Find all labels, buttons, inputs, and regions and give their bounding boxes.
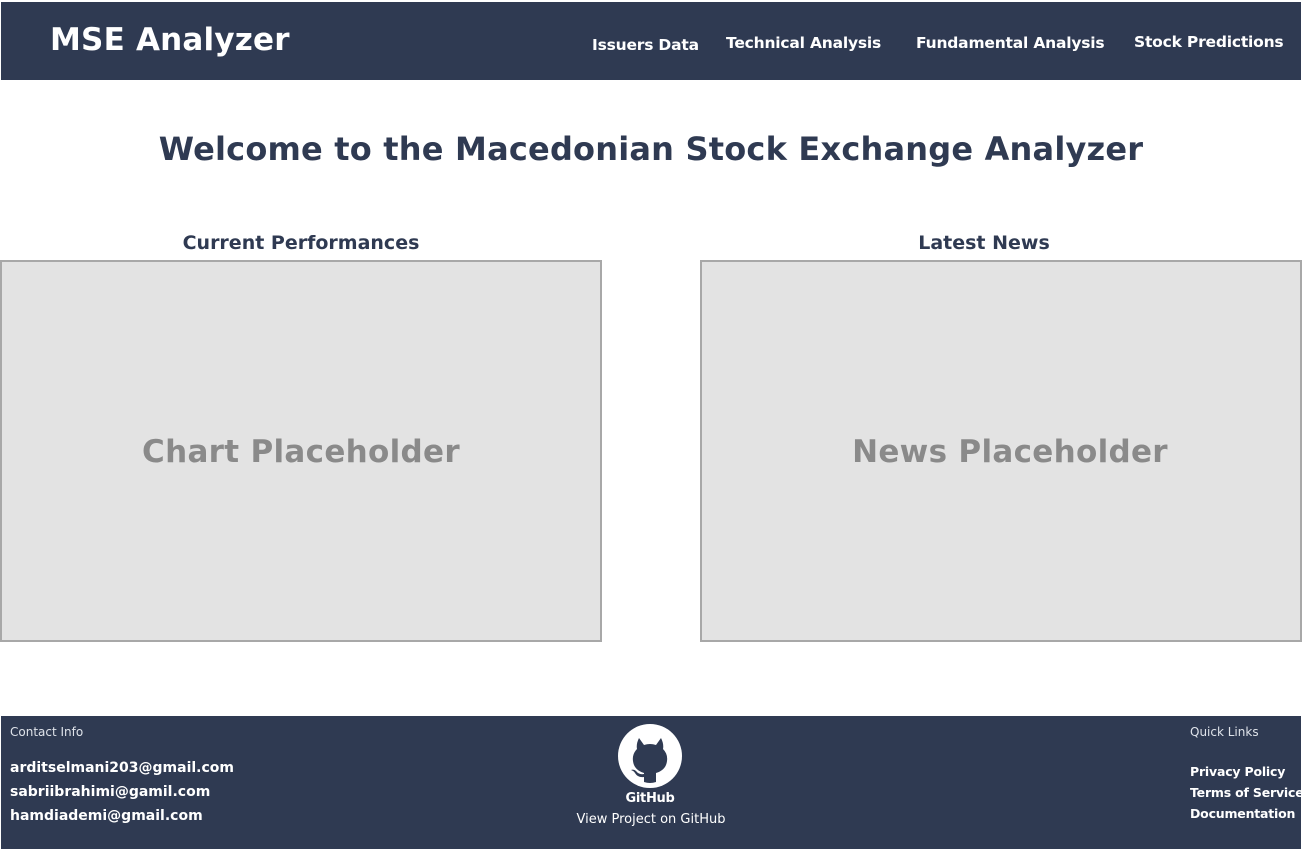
footer-link-privacy-policy[interactable]: Privacy Policy (1190, 764, 1285, 779)
brand-logo-text[interactable]: MSE Analyzer (50, 22, 290, 58)
github-logo-text: GitHub (625, 791, 675, 806)
current-performances-heading: Current Performances (182, 232, 420, 254)
view-project-github-link[interactable]: View Project on GitHub (561, 812, 741, 827)
news-placeholder-panel: News Placeholder (700, 260, 1302, 642)
nav-link-fundamental-analysis[interactable]: Fundamental Analysis (916, 34, 1105, 52)
nav-link-stock-predictions[interactable]: Stock Predictions (1134, 33, 1284, 51)
latest-news-heading: Latest News (918, 232, 1050, 254)
footer-link-terms-of-service[interactable]: Terms of Service (1190, 785, 1302, 800)
chart-placeholder-panel: Chart Placeholder (0, 260, 602, 642)
footer-link-documentation[interactable]: Documentation (1190, 806, 1295, 821)
nav-link-technical-analysis[interactable]: Technical Analysis (726, 34, 881, 52)
site-footer: Contact Info arditselmani203@gmail.com s… (1, 716, 1302, 849)
quick-links-heading: Quick Links (1190, 725, 1259, 739)
contact-email: arditselmani203@gmail.com (10, 760, 234, 776)
contact-email: sabriibrahimi@gamil.com (10, 784, 211, 800)
news-placeholder-text: News Placeholder (852, 434, 1168, 470)
contact-email: hamdiademi@gmail.com (10, 808, 203, 824)
page-title: Welcome to the Macedonian Stock Exchange… (158, 130, 1144, 168)
top-navbar: MSE Analyzer Issuers Data Technical Anal… (1, 2, 1301, 80)
github-octocat-icon[interactable] (618, 724, 682, 788)
nav-link-issuers-data[interactable]: Issuers Data (592, 36, 699, 54)
contact-info-heading: Contact Info (10, 725, 84, 739)
chart-placeholder-text: Chart Placeholder (142, 434, 460, 470)
